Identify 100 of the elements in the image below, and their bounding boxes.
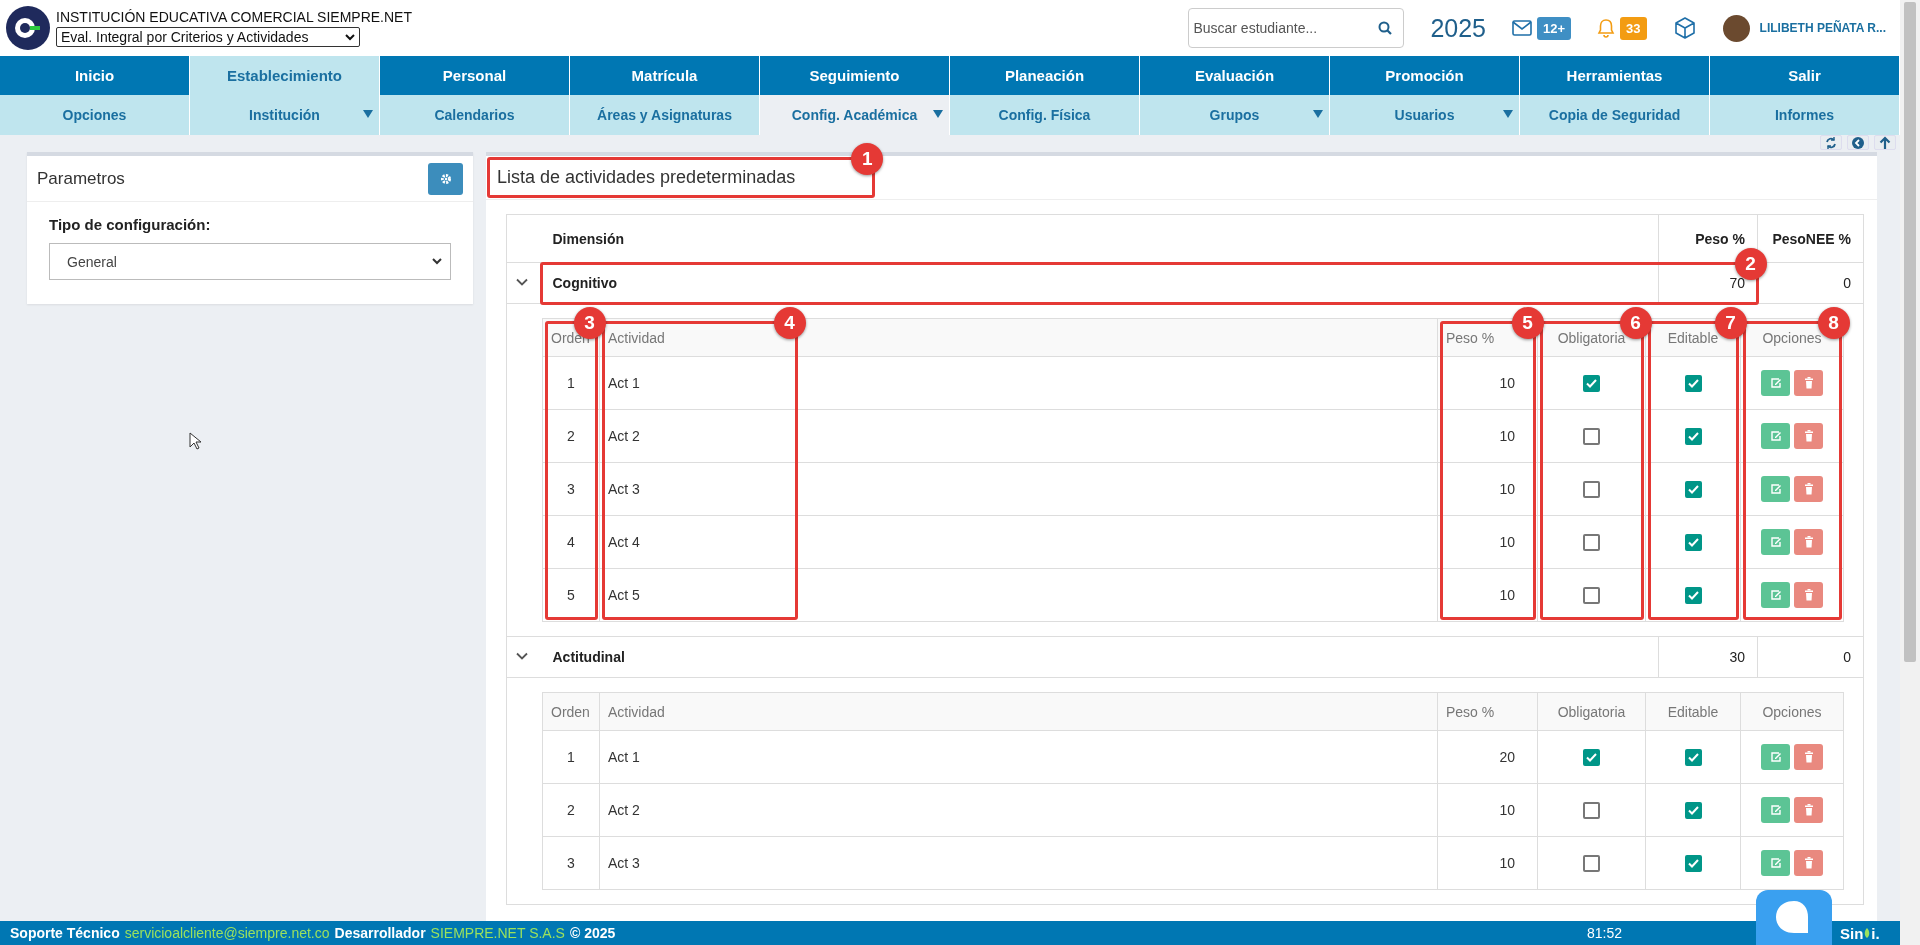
- column-header: Opciones: [1740, 692, 1844, 731]
- trash-icon: [1803, 430, 1814, 442]
- checkbox[interactable]: [1583, 533, 1600, 551]
- chat-button[interactable]: [1756, 890, 1832, 945]
- submenu-tab[interactable]: Usuarios: [1330, 95, 1520, 135]
- submenu-tab[interactable]: Grupos: [1140, 95, 1330, 135]
- activity-cell: Act 2: [599, 409, 1438, 463]
- column-header: Orden: [542, 692, 600, 731]
- edit-icon: [1769, 857, 1782, 869]
- submenu-tab[interactable]: Opciones: [0, 95, 190, 135]
- checkbox[interactable]: [1684, 586, 1702, 604]
- delete-button[interactable]: [1794, 797, 1823, 823]
- menu-tab[interactable]: Salir: [1710, 56, 1900, 95]
- weight-value: 30: [1658, 636, 1758, 678]
- configuration-type-select[interactable]: General: [49, 243, 451, 280]
- delete-button[interactable]: [1794, 370, 1823, 396]
- submenu-tab[interactable]: Informes: [1710, 95, 1900, 135]
- chevron-down-icon: [345, 33, 355, 41]
- delete-button[interactable]: [1794, 423, 1823, 449]
- menu-tab[interactable]: Evaluación: [1140, 56, 1330, 95]
- envelope-icon[interactable]: [1512, 20, 1532, 36]
- avatar[interactable]: [1722, 14, 1750, 42]
- scrollbar-thumb[interactable]: [1904, 2, 1916, 662]
- mode-select[interactable]: Eval. Integral por Criterios y Actividades: [56, 27, 360, 47]
- checkbox[interactable]: [1684, 374, 1702, 392]
- delete-button[interactable]: [1794, 744, 1823, 770]
- up-arrow-icon[interactable]: [1878, 135, 1892, 150]
- bell-icon[interactable]: [1597, 18, 1616, 38]
- edit-icon: [1769, 430, 1782, 442]
- menu-tab[interactable]: Herramientas: [1520, 56, 1710, 95]
- weight-cell: 10: [1437, 783, 1538, 837]
- menu-tab[interactable]: Inicio: [0, 56, 190, 95]
- checkbox[interactable]: [1684, 854, 1702, 872]
- order-cell: 3: [542, 462, 600, 516]
- delete-button[interactable]: [1794, 582, 1823, 608]
- menu-tab[interactable]: Promoción: [1330, 56, 1520, 95]
- checkbox[interactable]: [1684, 480, 1702, 498]
- message-count-badge: 12+: [1537, 16, 1572, 40]
- checkbox[interactable]: [1583, 480, 1600, 498]
- trash-icon: [1803, 857, 1814, 869]
- order-cell: 2: [542, 409, 600, 463]
- checkbox[interactable]: [1583, 586, 1600, 604]
- user-name[interactable]: LILIBETH PEÑATA R...: [1759, 21, 1886, 35]
- logo-text: i.: [1871, 924, 1880, 942]
- search-field[interactable]: Buscar estudiante...: [1188, 8, 1405, 48]
- menu-tab[interactable]: Matrícula: [570, 56, 760, 95]
- delete-button[interactable]: [1794, 850, 1823, 876]
- weight-cell: 10: [1437, 836, 1538, 890]
- refresh-icon[interactable]: [1824, 135, 1838, 150]
- menu-tab[interactable]: Planeación: [950, 56, 1140, 95]
- activity-cell: Act 1: [599, 730, 1438, 784]
- support-label: Soporte Técnico: [10, 925, 120, 941]
- logo-icon: [6, 6, 50, 50]
- checkbox[interactable]: [1684, 748, 1702, 766]
- menu-tab[interactable]: Establecimiento: [190, 56, 380, 95]
- activity-cell: Act 3: [599, 836, 1438, 890]
- trash-icon: [1803, 536, 1814, 548]
- cube-icon[interactable]: [1672, 16, 1697, 40]
- column-header: Peso %: [1437, 692, 1538, 731]
- checkbox[interactable]: [1684, 801, 1702, 819]
- leaf-icon: [1863, 927, 1872, 939]
- menu-tab[interactable]: Seguimiento: [760, 56, 950, 95]
- school-name: INSTITUCIÓN EDUCATIVA COMERCIAL SIEMPRE.NET: [56, 9, 412, 25]
- edit-icon: [1769, 589, 1782, 601]
- back-icon[interactable]: [1851, 135, 1865, 150]
- checkbox[interactable]: [1684, 533, 1702, 551]
- submenu-tab[interactable]: Config. Física: [950, 95, 1140, 135]
- settings-button[interactable]: [428, 162, 463, 195]
- delete-button[interactable]: [1794, 476, 1823, 502]
- weight-cell: 10: [1437, 568, 1538, 622]
- notification-count-badge: 33: [1620, 16, 1647, 40]
- trash-icon: [1803, 377, 1814, 389]
- checkbox[interactable]: [1583, 748, 1600, 766]
- submenu-tab[interactable]: Áreas y Asignaturas: [570, 95, 760, 135]
- support-email-link[interactable]: servicioalcliente@siempre.net.co: [124, 925, 330, 941]
- menu-tab[interactable]: Personal: [380, 56, 570, 95]
- checkbox[interactable]: [1583, 374, 1600, 392]
- submenu-tab[interactable]: Calendarios: [380, 95, 570, 135]
- order-cell: 2: [542, 783, 600, 837]
- weight-cell: 10: [1437, 356, 1538, 410]
- scrollbar[interactable]: [1900, 0, 1920, 945]
- activity-cell: Act 1: [599, 356, 1438, 410]
- weight-cell: 10: [1437, 462, 1538, 516]
- search-icon: [1378, 21, 1393, 35]
- edit-icon: [1769, 804, 1782, 816]
- edit-icon: [1769, 377, 1782, 389]
- checkbox[interactable]: [1684, 427, 1702, 445]
- edit-icon: [1769, 536, 1782, 548]
- weight-cell: 10: [1437, 515, 1538, 569]
- order-cell: 5: [542, 568, 600, 622]
- developer-label: Desarrollador: [334, 925, 426, 941]
- checkbox[interactable]: [1583, 427, 1600, 445]
- developer-link[interactable]: SIEMPRE.NET S.A.S: [430, 925, 565, 941]
- checkbox[interactable]: [1583, 854, 1600, 872]
- checkbox[interactable]: [1583, 801, 1600, 819]
- delete-button[interactable]: [1794, 529, 1823, 555]
- submenu-tab[interactable]: Copia de Seguridad: [1520, 95, 1710, 135]
- column-header: Editable: [1645, 692, 1741, 731]
- submenu-tab[interactable]: Institución: [190, 95, 380, 135]
- activity-cell: Act 4: [599, 515, 1438, 569]
